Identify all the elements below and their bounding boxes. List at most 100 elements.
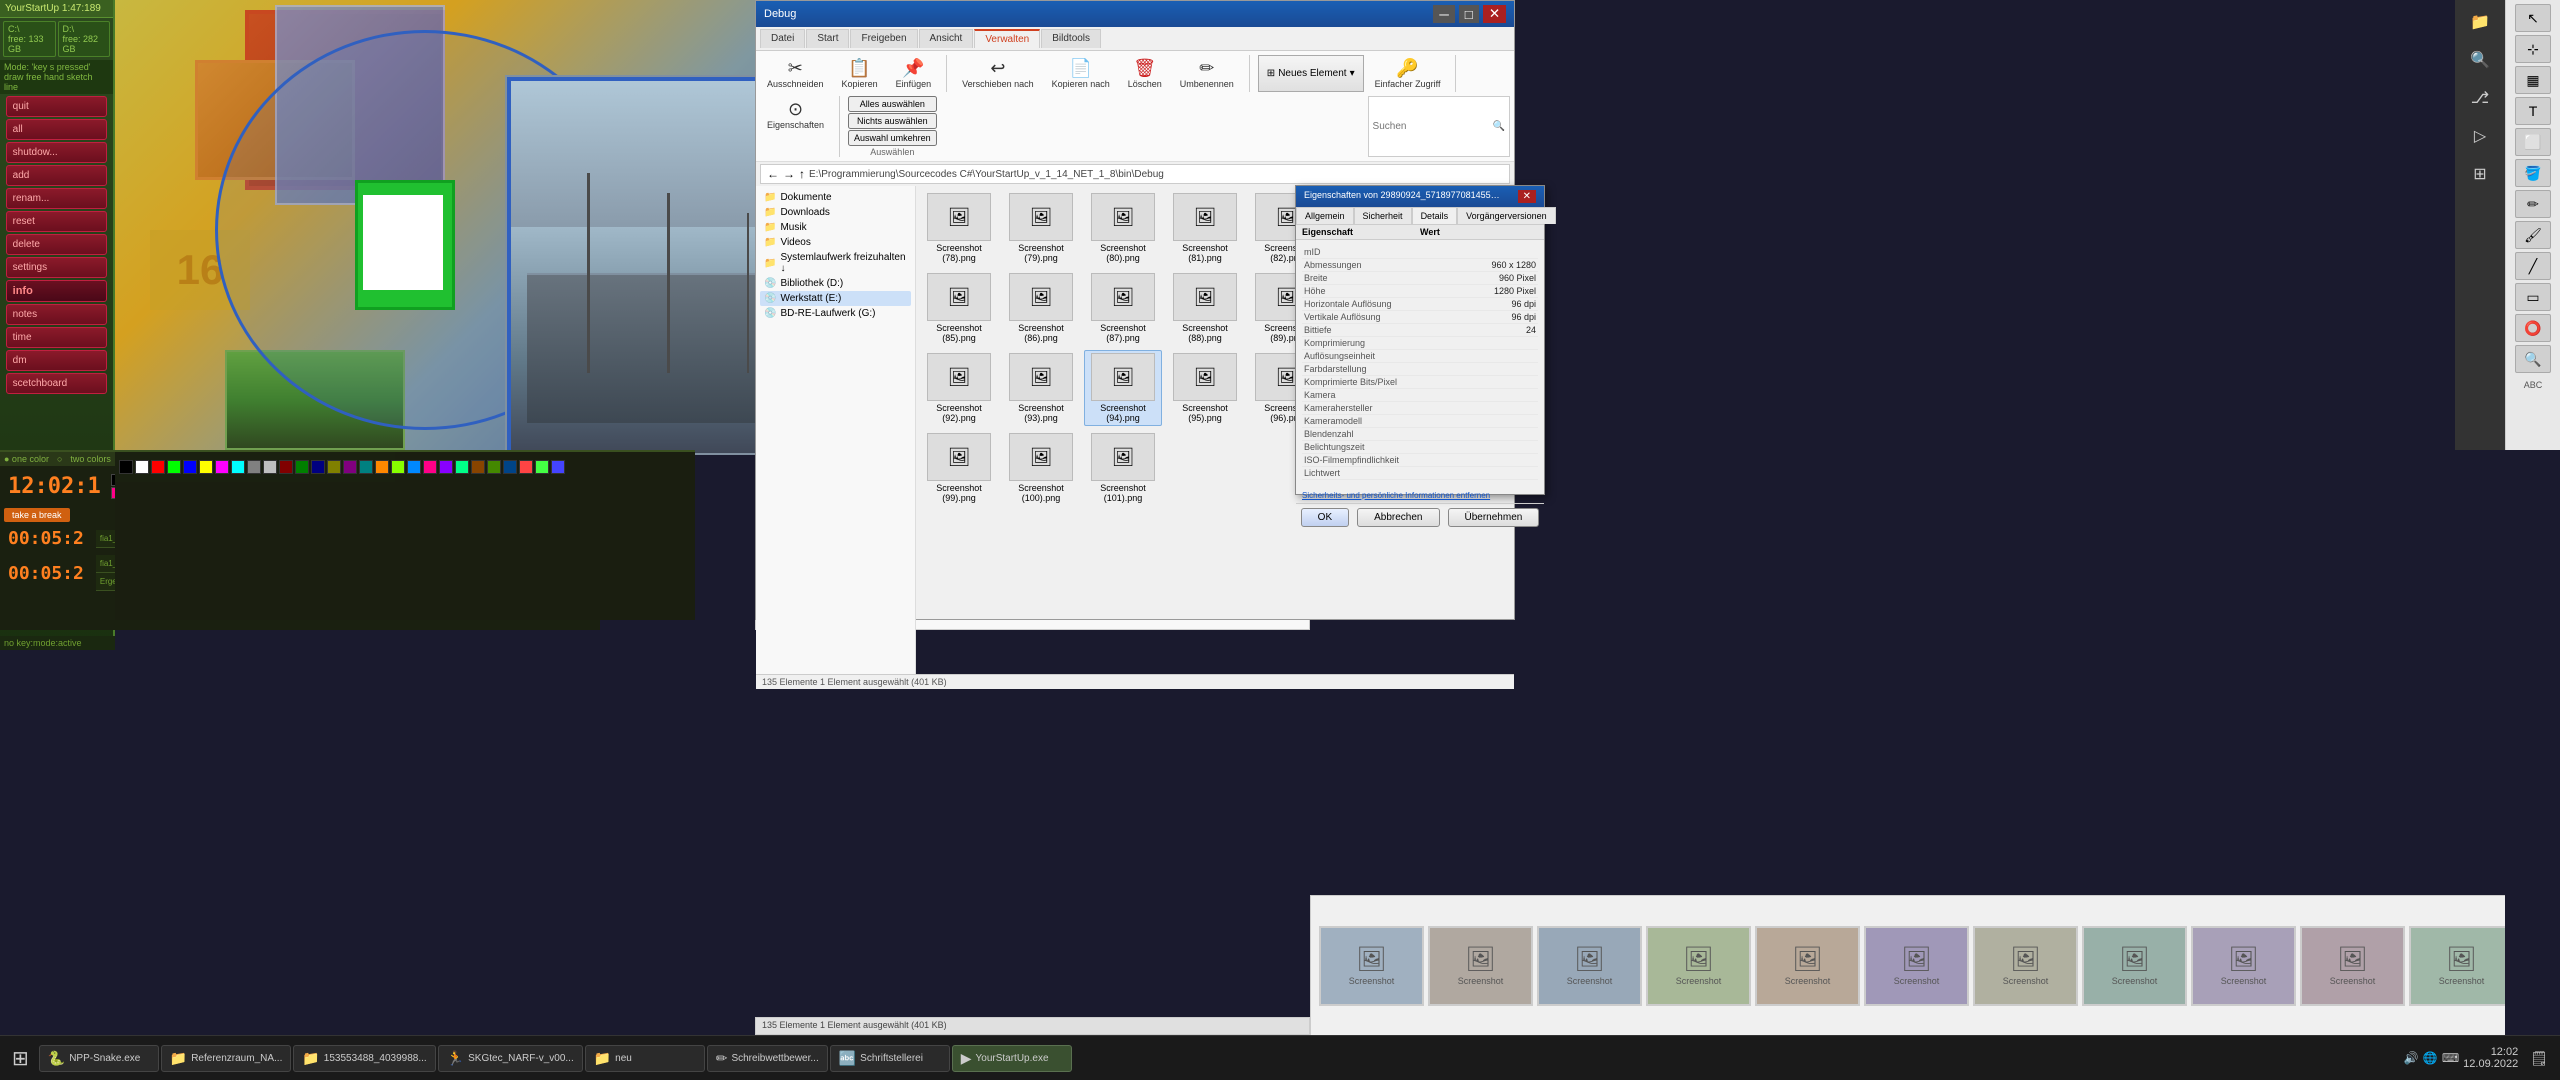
explorer-search-input[interactable] (1373, 121, 1493, 132)
palette-color-27[interactable] (551, 460, 565, 474)
rename-tool-button[interactable]: ✏ Umbenennen (1173, 55, 1241, 92)
file-item-17[interactable]: 🖼 Screenshot (95).png (1166, 350, 1244, 426)
taskbar-item-referenzraum[interactable]: 📁 Referenzraum_NA... (161, 1045, 292, 1072)
file-item-7[interactable]: 🖼 Screenshot (85).png (920, 270, 998, 346)
move-button[interactable]: ↩ Verschieben nach (955, 55, 1041, 92)
screenshot-thumb-4[interactable]: 🖼 Screenshot (1755, 926, 1860, 1006)
file-item-14[interactable]: 🖼 Screenshot (92).png (920, 350, 998, 426)
delete-button[interactable]: delete (6, 234, 108, 255)
ellipse-tool-icon[interactable]: ⭕ (2515, 314, 2551, 342)
palette-color-12[interactable] (311, 460, 325, 474)
palette-color-14[interactable] (343, 460, 357, 474)
eraser-tool-icon[interactable]: ⬜ (2515, 128, 2551, 156)
nav-forward-button[interactable]: → (783, 167, 795, 181)
select-none-button[interactable]: Nichts auswählen (848, 113, 937, 129)
file-item-15[interactable]: 🖼 Screenshot (93).png (1002, 350, 1080, 426)
copy-button[interactable]: 📋 Kopieren (835, 55, 885, 92)
rect-tool-icon[interactable]: ▭ (2515, 283, 2551, 311)
dialog-tab-details[interactable]: Details (1412, 207, 1458, 224)
tab-start[interactable]: Start (806, 29, 849, 48)
palette-color-22[interactable] (471, 460, 485, 474)
file-item-1[interactable]: 🖼 Screenshot (79).png (1002, 190, 1080, 266)
dm-button[interactable]: dm (6, 350, 108, 371)
remove-info-link[interactable]: Sicherheits- und persönliche Information… (1302, 491, 1490, 500)
taskbar-item-153553488[interactable]: 📁 153553488_4039988... (293, 1045, 435, 1072)
cut-button[interactable]: ✂ Ausschneiden (760, 55, 831, 92)
fill-tool-icon[interactable]: ▦ (2515, 66, 2551, 94)
new-element-button[interactable]: ⊞ Neues Element ▾ (1258, 55, 1364, 92)
bucket-tool-icon[interactable]: 🪣 (2515, 159, 2551, 187)
vs-git-icon[interactable]: ⎇ (2460, 80, 2500, 116)
tab-verwalten[interactable]: Verwalten (974, 29, 1040, 48)
paste-button[interactable]: 📌 Einfügen (889, 55, 939, 92)
reset-button[interactable]: reset (6, 211, 108, 232)
tab-ansicht[interactable]: Ansicht (919, 29, 974, 48)
screenshot-thumb-3[interactable]: 🖼 Screenshot (1646, 926, 1751, 1006)
palette-color-9[interactable] (263, 460, 277, 474)
screenshot-thumb-2[interactable]: 🖼 Screenshot (1537, 926, 1642, 1006)
explorer-minimize-btn[interactable]: ─ (1433, 5, 1454, 23)
file-item-23[interactable]: 🖼 Screenshot (101).png (1084, 430, 1162, 506)
vs-debug-icon[interactable]: ▷ (2460, 118, 2500, 154)
vs-search-icon[interactable]: 🔍 (2460, 42, 2500, 78)
palette-color-26[interactable] (535, 460, 549, 474)
taskbar-item-schreib[interactable]: ✏ Schreibwettbewer... (707, 1045, 828, 1072)
copy-to-button[interactable]: 📄 Kopieren nach (1045, 55, 1117, 92)
drive-c-btn[interactable]: C:\ free: 133 GB (3, 21, 56, 57)
crop-tool-icon[interactable]: ⊹ (2515, 35, 2551, 63)
palette-color-24[interactable] (503, 460, 517, 474)
nav-bibliothek[interactable]: 💿 Bibliothek (D:) (760, 276, 911, 291)
shutdown-button[interactable]: shutdow... (6, 142, 108, 163)
dialog-close-btn[interactable]: ✕ (1518, 190, 1536, 203)
drive-d-btn[interactable]: D:\ free: 282 GB (58, 21, 111, 57)
palette-color-17[interactable] (391, 460, 405, 474)
dialog-apply-btn[interactable]: Übernehmen (1448, 508, 1540, 527)
file-item-0[interactable]: 🖼 Screenshot (78).png (920, 190, 998, 266)
nav-musik[interactable]: 📁 Musik (760, 220, 911, 235)
info-button[interactable]: info (6, 280, 108, 302)
tray-network-icon[interactable]: 🌐 (2423, 1051, 2438, 1065)
notes-button[interactable]: notes (6, 304, 108, 325)
add-button[interactable]: add (6, 165, 108, 186)
palette-color-2[interactable] (151, 460, 165, 474)
screenshot-thumb-8[interactable]: 🖼 Screenshot (2191, 926, 2296, 1006)
palette-color-23[interactable] (487, 460, 501, 474)
dialog-tab-allgemein[interactable]: Allgemein (1296, 207, 1354, 224)
file-item-10[interactable]: 🖼 Screenshot (88).png (1166, 270, 1244, 346)
palette-color-3[interactable] (167, 460, 181, 474)
palette-color-6[interactable] (215, 460, 229, 474)
take-break-button[interactable]: take a break (4, 508, 70, 522)
scetchboard-button[interactable]: scetchboard (6, 373, 108, 394)
screenshot-thumb-1[interactable]: 🖼 Screenshot (1428, 926, 1533, 1006)
palette-color-11[interactable] (295, 460, 309, 474)
tab-freigeben[interactable]: Freigeben (850, 29, 917, 48)
select-all-button[interactable]: Alles auswählen (848, 96, 937, 112)
zoom-tool-icon[interactable]: 🔍 (2515, 345, 2551, 373)
easy-access-button[interactable]: 🔑 Einfacher Zugriff (1368, 55, 1448, 92)
select-tool-icon[interactable]: ↖ (2515, 4, 2551, 32)
line-tool-icon[interactable]: ╱ (2515, 252, 2551, 280)
nav-up-button[interactable]: ↑ (799, 167, 805, 181)
file-item-21[interactable]: 🖼 Screenshot (99).png (920, 430, 998, 506)
tray-keyboard-icon[interactable]: ⌨ (2442, 1051, 2459, 1065)
palette-color-1[interactable] (135, 460, 149, 474)
screenshot-thumb-7[interactable]: 🖼 Screenshot (2082, 926, 2187, 1006)
quit-button[interactable]: quit (6, 96, 108, 117)
palette-color-7[interactable] (231, 460, 245, 474)
explorer-close-btn[interactable]: ✕ (1483, 5, 1506, 23)
file-item-22[interactable]: 🖼 Screenshot (100).png (1002, 430, 1080, 506)
vs-explorer-icon[interactable]: 📁 (2460, 4, 2500, 40)
palette-color-13[interactable] (327, 460, 341, 474)
dialog-cancel-btn[interactable]: Abbrechen (1357, 508, 1439, 527)
palette-color-10[interactable] (279, 460, 293, 474)
time-button[interactable]: time (6, 327, 108, 348)
screenshot-thumb-5[interactable]: 🖼 Screenshot (1864, 926, 1969, 1006)
show-desktop-button[interactable]: 🗒 (2530, 1050, 2548, 1067)
invert-select-button[interactable]: Auswahl umkehren (848, 130, 937, 146)
screenshot-thumb-6[interactable]: 🖼 Screenshot (1973, 926, 2078, 1006)
nav-bd-re[interactable]: 💿 BD-RE-Laufwerk (G:) (760, 306, 911, 321)
start-button[interactable]: ⊞ (4, 1046, 37, 1071)
dialog-ok-btn[interactable]: OK (1301, 508, 1349, 527)
palette-color-21[interactable] (455, 460, 469, 474)
file-item-3[interactable]: 🖼 Screenshot (81).png (1166, 190, 1244, 266)
